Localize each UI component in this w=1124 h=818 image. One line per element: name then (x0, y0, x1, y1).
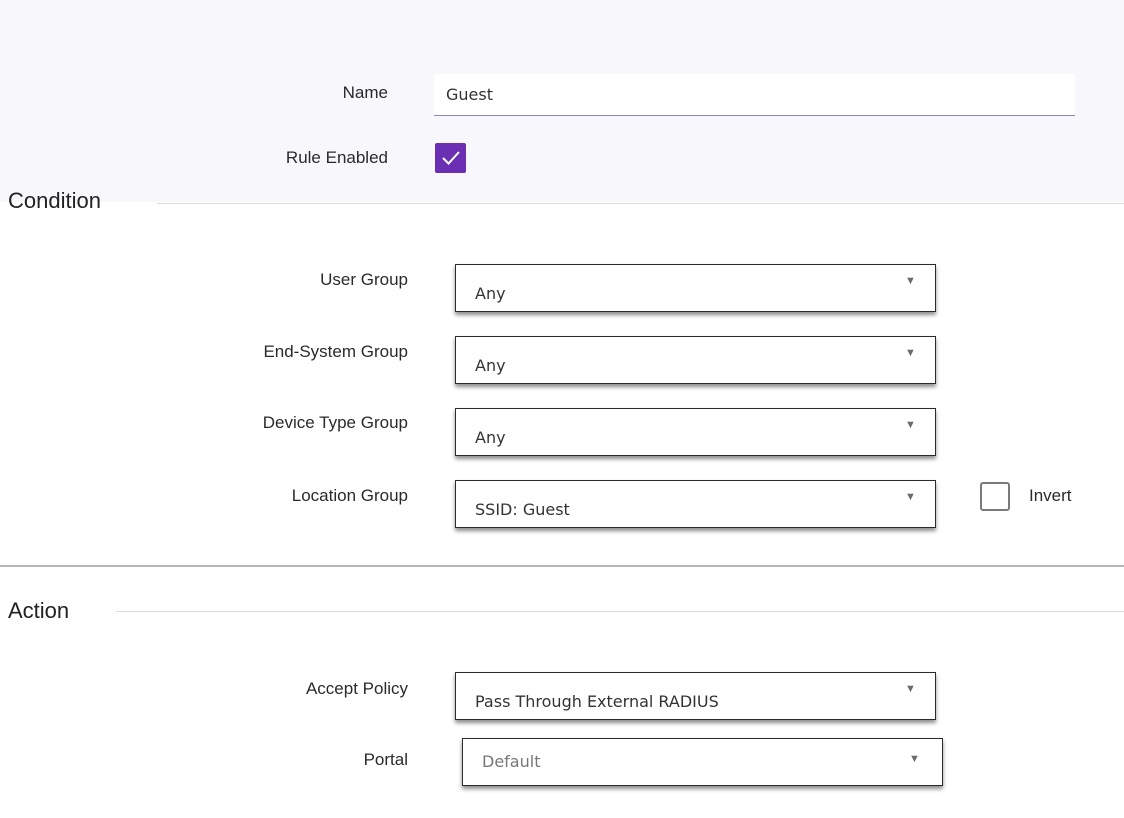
action-section-title: Action (8, 598, 70, 623)
name-label: Name (342, 83, 388, 102)
accept-policy-label: Accept Policy (305, 679, 408, 698)
chevron-down-icon: ▼ (909, 753, 920, 765)
name-input[interactable] (434, 74, 1075, 116)
chevron-down-icon: ▼ (905, 491, 916, 503)
chevron-down-icon: ▼ (905, 419, 916, 431)
section-divider (0, 565, 1124, 567)
accept-policy-value: Pass Through External RADIUS (475, 692, 719, 711)
check-icon (441, 151, 460, 165)
chevron-down-icon: ▼ (905, 275, 916, 287)
chevron-down-icon: ▼ (905, 347, 916, 359)
end-system-group-value: Any (475, 356, 506, 375)
user-group-select[interactable]: Any ▼ (455, 264, 936, 312)
device-type-group-value: Any (475, 428, 506, 447)
portal-select[interactable]: Default ▼ (462, 738, 943, 786)
portal-label: Portal (363, 750, 408, 769)
condition-section-rule (157, 203, 1124, 204)
accept-policy-select[interactable]: Pass Through External RADIUS ▼ (455, 672, 936, 720)
device-type-group-label: Device Type Group (262, 413, 408, 432)
rule-enabled-checkbox[interactable] (435, 143, 466, 173)
user-group-value: Any (475, 284, 506, 303)
location-group-label: Location Group (291, 486, 408, 505)
end-system-group-select[interactable]: Any ▼ (455, 336, 936, 384)
user-group-label: User Group (320, 270, 408, 289)
rule-enabled-label: Rule Enabled (285, 148, 388, 167)
action-section-rule (116, 611, 1124, 612)
chevron-down-icon: ▼ (905, 683, 916, 695)
portal-value: Default (482, 752, 541, 771)
condition-section-title: Condition (8, 188, 101, 213)
invert-label: Invert (1029, 486, 1072, 505)
location-group-value: SSID: Guest (475, 500, 570, 519)
end-system-group-label: End-System Group (263, 342, 408, 361)
invert-checkbox[interactable] (980, 482, 1010, 511)
device-type-group-select[interactable]: Any ▼ (455, 408, 936, 456)
location-group-select[interactable]: SSID: Guest ▼ (455, 480, 936, 528)
